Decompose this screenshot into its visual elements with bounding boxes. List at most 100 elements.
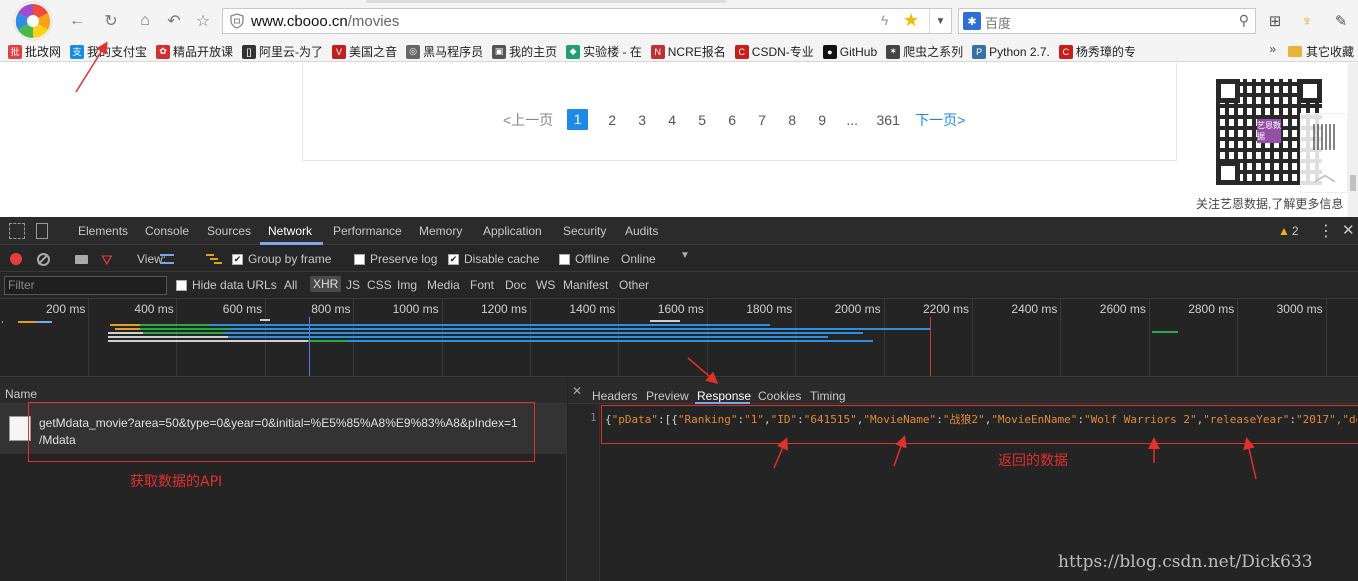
bookmark-item[interactable]: V 美国之音 xyxy=(332,43,397,60)
filter-type-media[interactable]: Media xyxy=(427,278,460,292)
scrollbar-thumb[interactable] xyxy=(1350,175,1356,191)
tab-application[interactable]: Application xyxy=(483,224,542,238)
tab-network[interactable]: Network xyxy=(268,224,312,238)
url-dropdown-button[interactable]: ▼ xyxy=(929,9,951,33)
filter-funnel-icon[interactable]: ⛛ xyxy=(101,252,113,269)
bookmarks-more-button[interactable]: » xyxy=(1269,42,1276,56)
tab-console[interactable]: Console xyxy=(145,224,189,238)
search-box[interactable]: ✱ 百度 ⚲ xyxy=(958,8,1256,34)
next-page-link[interactable]: 下一页> xyxy=(915,110,965,130)
page-link-5[interactable]: 5 xyxy=(687,112,717,128)
url-text[interactable]: www.cbooo.cn/movies xyxy=(251,13,399,30)
search-icon[interactable]: ⚲ xyxy=(1239,12,1249,29)
more-options-icon[interactable]: ⋮ xyxy=(1318,221,1334,241)
tools-wrench-icon[interactable]: ✎ xyxy=(1330,10,1352,32)
tab-cookies[interactable]: Cookies xyxy=(758,389,801,403)
page-link-4[interactable]: 4 xyxy=(657,112,687,128)
tab-headers[interactable]: Headers xyxy=(592,389,637,403)
inspect-element-icon[interactable] xyxy=(9,223,25,239)
filter-type-ws[interactable]: WS xyxy=(536,278,555,292)
bookmark-item[interactable]: C CSDN-专业 xyxy=(734,43,814,60)
tab-memory[interactable]: Memory xyxy=(419,224,462,238)
bookmark-item[interactable]: [] 阿里云-为了 xyxy=(242,43,323,60)
checkbox-checked-icon[interactable]: ✔ xyxy=(448,253,459,265)
tab-performance[interactable]: Performance xyxy=(333,224,402,238)
address-bar[interactable]: www.cbooo.cn/movies ϟ ★ ▼ xyxy=(222,8,952,34)
group-by-frame-checkbox[interactable]: ✔ Group by frame xyxy=(232,252,331,266)
filter-type-font[interactable]: Font xyxy=(470,278,494,292)
browser-logo-icon[interactable] xyxy=(8,0,58,42)
checkbox-icon[interactable] xyxy=(354,253,365,265)
home-button[interactable]: ⌂ xyxy=(134,10,156,32)
throttling-dropdown-icon[interactable]: ▼ xyxy=(680,250,690,261)
filter-type-manifest[interactable]: Manifest xyxy=(563,278,608,292)
network-overview-timeline[interactable]: 200 ms 400 ms 600 ms 800 ms 1000 ms 1200 ms 14… xyxy=(0,299,1358,377)
record-button[interactable] xyxy=(10,253,22,265)
page-link-6[interactable]: 6 xyxy=(717,112,747,128)
bookmark-star-icon[interactable]: ★ xyxy=(903,10,919,31)
close-detail-icon[interactable]: ✕ xyxy=(572,384,582,398)
device-toolbar-icon[interactable] xyxy=(36,223,48,239)
page-link-1[interactable]: 1 xyxy=(567,109,589,130)
tab-response[interactable]: Response xyxy=(697,389,751,403)
waterfall-view-icon[interactable] xyxy=(206,253,222,265)
search-input[interactable]: 百度 xyxy=(985,13,1011,32)
preserve-log-checkbox[interactable]: Preserve log xyxy=(354,252,437,266)
bookmark-item[interactable]: P Python 2.7. xyxy=(972,44,1050,59)
bookmark-item[interactable]: 批批改网 xyxy=(8,43,61,60)
bookmark-item[interactable]: ▣ 我的主页 xyxy=(492,43,557,60)
lightning-icon[interactable]: ϟ xyxy=(881,12,888,28)
back-button[interactable]: ← xyxy=(66,10,88,32)
extension-icon[interactable]: ♆ xyxy=(1296,10,1318,32)
checkbox-checked-icon[interactable]: ✔ xyxy=(232,253,243,265)
bookmark-item[interactable]: N NCRE报名 xyxy=(650,43,726,60)
screenshot-camera-icon[interactable] xyxy=(75,255,88,264)
filter-type-doc[interactable]: Doc xyxy=(505,278,526,292)
baidu-paw-icon[interactable]: ✱ xyxy=(963,12,981,30)
close-devtools-icon[interactable]: ✕ xyxy=(1342,221,1355,239)
hide-data-urls-checkbox[interactable]: Hide data URLs xyxy=(176,278,277,292)
throttling-select[interactable]: Online xyxy=(621,252,656,266)
reload-button[interactable]: ↻ xyxy=(100,10,122,32)
bookmark-item[interactable]: ◆ 实验楼 - 在 xyxy=(566,43,642,60)
filter-type-other[interactable]: Other xyxy=(619,278,649,292)
bookmark-item[interactable]: ◎ 黑马程序员 xyxy=(406,43,483,60)
undo-close-button[interactable]: ↶ xyxy=(163,10,185,32)
favorites-button[interactable]: ☆ xyxy=(192,10,214,32)
filter-input[interactable]: Filter xyxy=(4,276,167,295)
page-link-8[interactable]: 8 xyxy=(777,112,807,128)
page-link-7[interactable]: 7 xyxy=(747,112,777,128)
tab-audits[interactable]: Audits xyxy=(625,224,658,238)
bookmark-item[interactable]: C 杨秀璋的专 xyxy=(1058,43,1136,60)
offline-checkbox[interactable]: Offline xyxy=(559,252,609,266)
checkbox-icon[interactable] xyxy=(176,279,187,291)
tab-security[interactable]: Security xyxy=(563,224,606,238)
bookmark-item[interactable]: ✿ 精品开放课 xyxy=(156,43,233,60)
filter-type-xhr[interactable]: XHR xyxy=(310,276,342,292)
requests-name-header[interactable]: Name xyxy=(0,378,567,404)
page-link-3[interactable]: 3 xyxy=(627,112,657,128)
page-link-9[interactable]: 9 xyxy=(807,112,837,128)
bookmark-item[interactable]: ✶ 爬虫之系列 xyxy=(886,43,963,60)
prev-page-link[interactable]: <上一页 xyxy=(503,110,553,130)
mini-qr-icon[interactable] xyxy=(1313,124,1337,150)
tab-sources[interactable]: Sources xyxy=(207,224,251,238)
tab-timing[interactable]: Timing xyxy=(810,389,846,403)
bookmark-item[interactable]: 支我的支付宝 xyxy=(70,43,147,60)
filter-type-img[interactable]: Img xyxy=(397,278,417,292)
tab-elements[interactable]: Elements xyxy=(78,224,128,238)
filter-type-all[interactable]: All xyxy=(284,278,297,292)
back-to-top-icon[interactable]: ︿ xyxy=(1311,160,1339,188)
clear-icon[interactable] xyxy=(37,253,50,266)
filter-type-css[interactable]: CSS xyxy=(367,278,392,292)
page-scrollbar[interactable] xyxy=(1348,63,1358,217)
page-link-last[interactable]: 361 xyxy=(867,112,909,128)
warnings-counter[interactable]: ▲ 2 xyxy=(1278,224,1299,238)
other-bookmarks-folder[interactable]: 其它收藏 xyxy=(1287,43,1354,60)
page-link-2[interactable]: 2 xyxy=(597,112,627,128)
checkbox-icon[interactable] xyxy=(559,253,570,265)
filter-type-js[interactable]: JS xyxy=(346,278,360,292)
apps-grid-icon[interactable]: ⊞ xyxy=(1264,10,1286,32)
tab-preview[interactable]: Preview xyxy=(646,389,689,403)
list-view-icon[interactable] xyxy=(160,254,174,264)
